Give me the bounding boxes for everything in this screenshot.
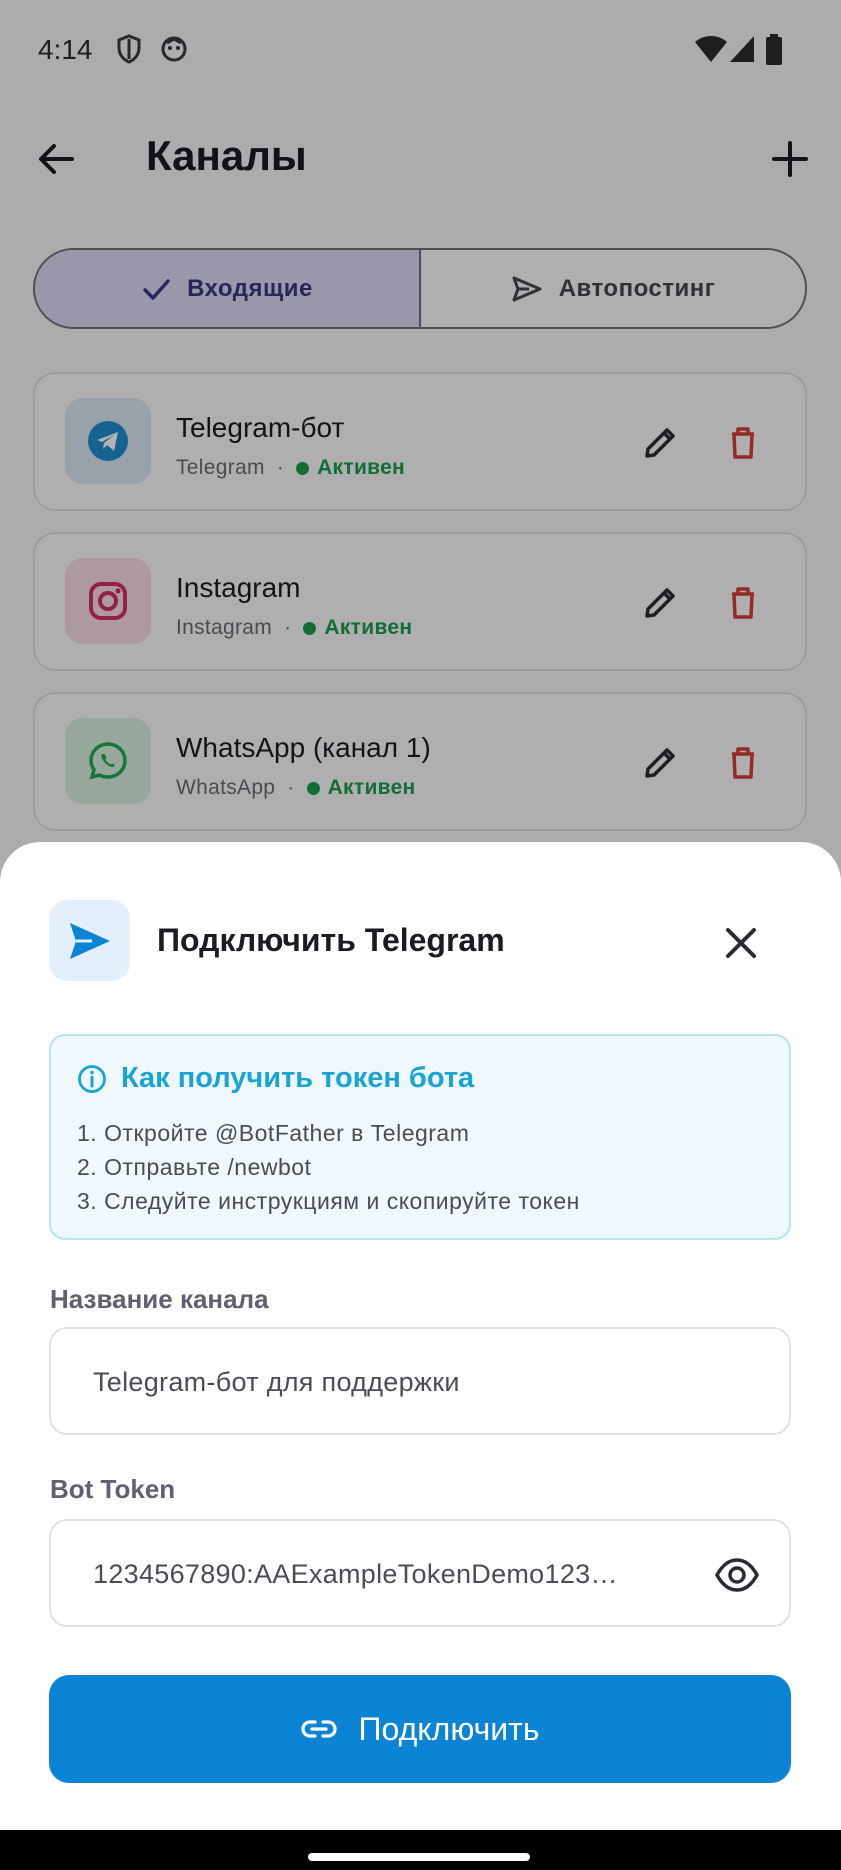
- info-step: 2. Отправьте /newbot: [77, 1154, 312, 1180]
- home-indicator[interactable]: [308, 1853, 530, 1861]
- connect-telegram-sheet: Подключить Telegram Как получить токен б…: [0, 842, 841, 1870]
- connect-button-label: Подключить: [358, 1710, 540, 1747]
- sheet-icon-tile: [49, 900, 130, 981]
- info-header: Как получить токен бота: [77, 1062, 474, 1095]
- link-icon: [300, 1720, 337, 1738]
- info-step: 1. Откройте @BotFather в Telegram: [77, 1120, 470, 1146]
- close-icon[interactable]: [716, 918, 766, 968]
- channel-name-label: Название канала: [50, 1284, 269, 1314]
- connect-button[interactable]: Подключить: [49, 1675, 791, 1783]
- info-icon: [78, 1064, 106, 1093]
- channel-name-value: Telegram-бот для поддержки: [93, 1367, 460, 1397]
- token-help-box: Как получить токен бота 1. Откройте @Bot…: [49, 1034, 791, 1240]
- bot-token-value: 1234567890:AAExampleTokenDemo123…: [93, 1559, 618, 1589]
- bot-token-field[interactable]: 1234567890:AAExampleTokenDemo123…: [49, 1519, 791, 1627]
- info-step: 3. Следуйте инструкциям и скопируйте ток…: [77, 1188, 580, 1214]
- channel-name-field[interactable]: Telegram-бот для поддержки: [49, 1327, 791, 1435]
- sheet-title: Подключить Telegram: [157, 922, 505, 958]
- send-icon: [69, 922, 110, 959]
- eye-icon[interactable]: [713, 1551, 761, 1599]
- bot-token-label: Bot Token: [50, 1474, 176, 1504]
- system-nav-bar: [0, 1830, 841, 1870]
- info-title: Как получить токен бота: [121, 1062, 475, 1094]
